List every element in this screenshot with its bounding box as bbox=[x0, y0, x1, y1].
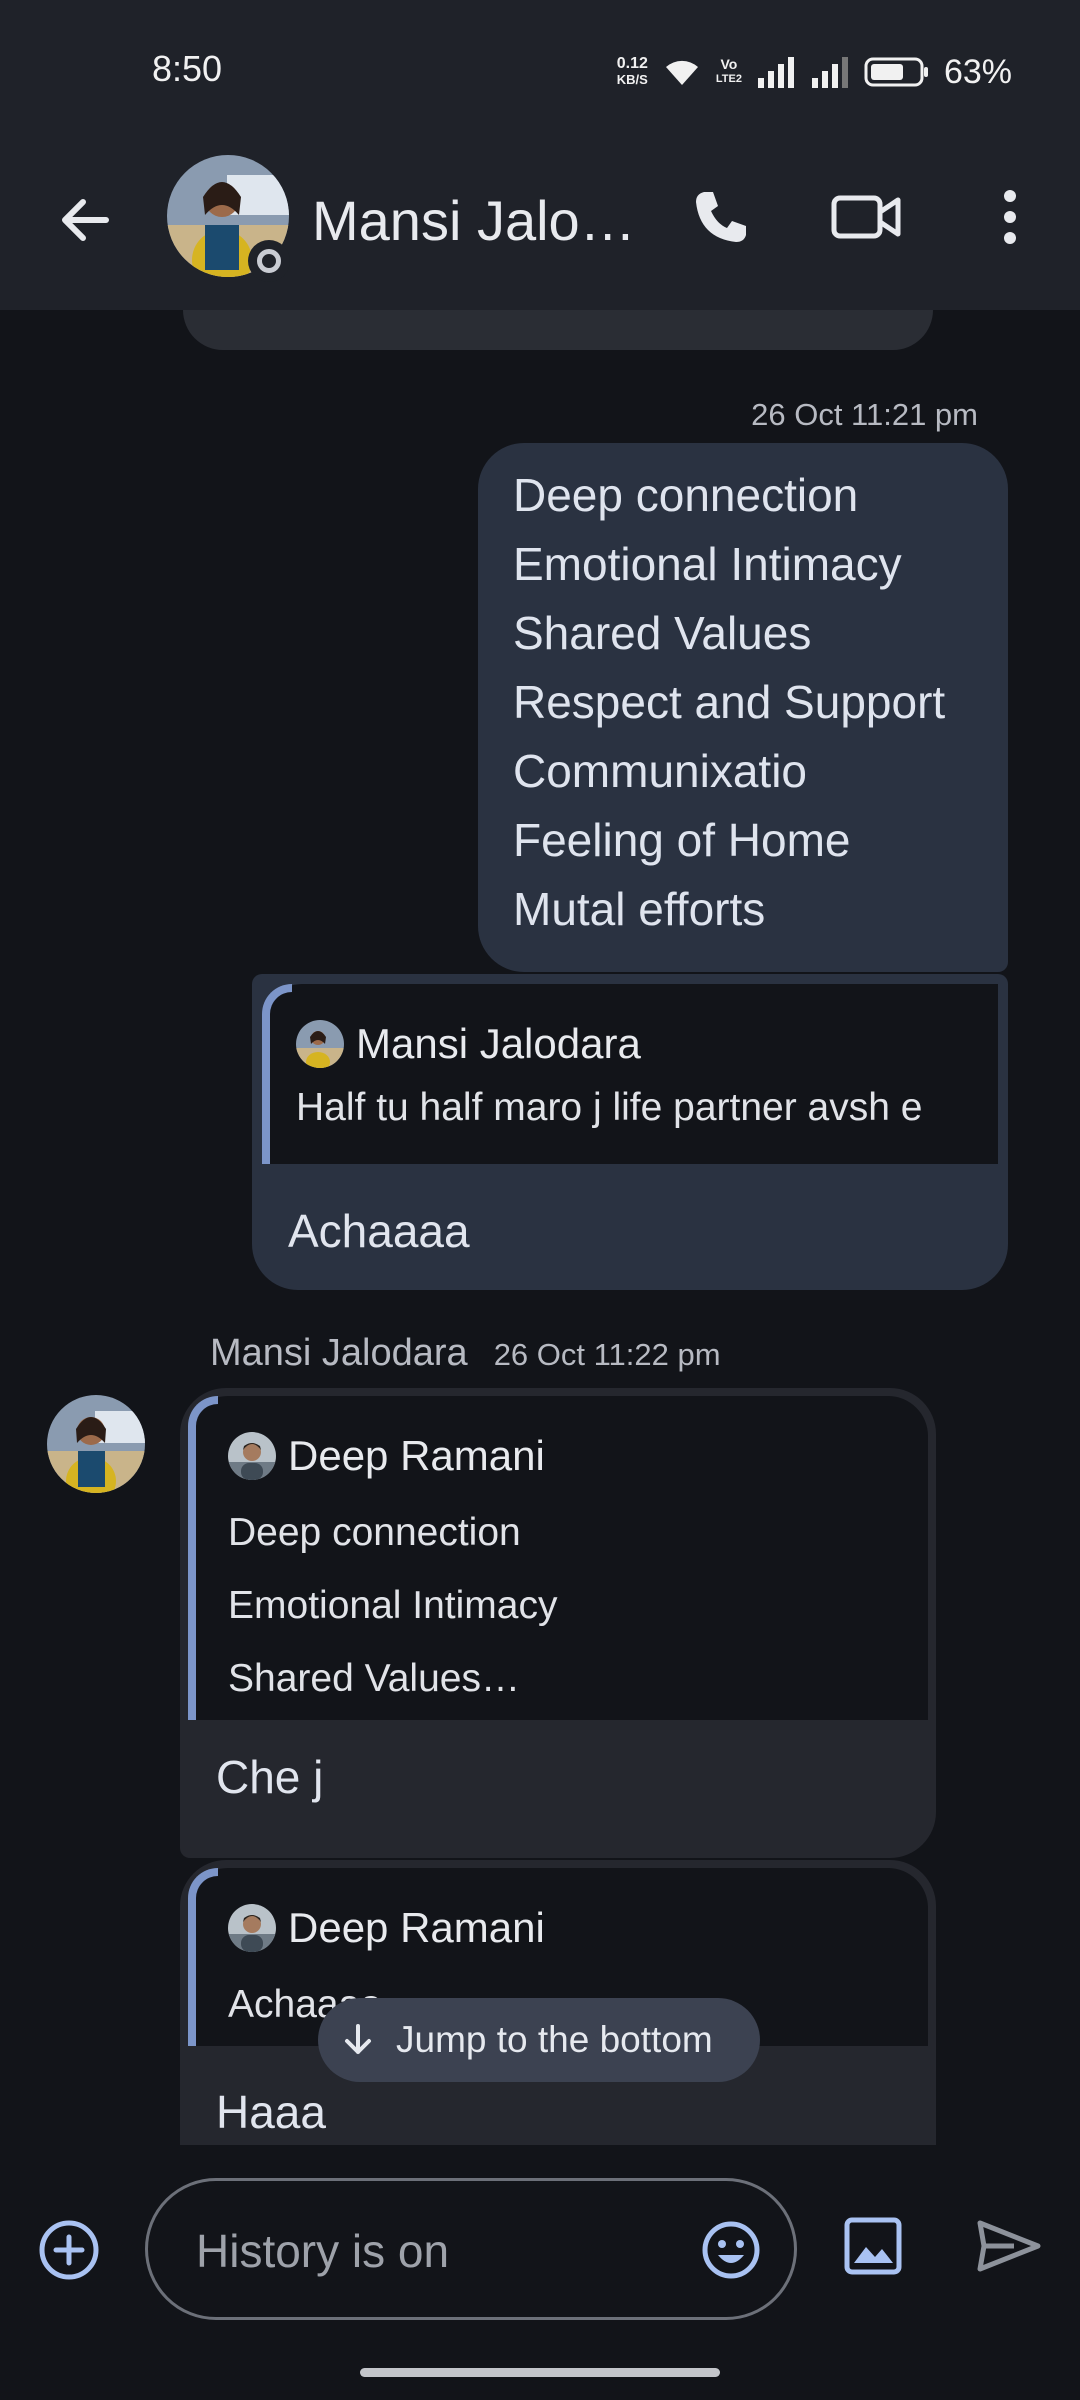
message-line: Communixatio bbox=[513, 745, 807, 797]
quoted-author: Deep Ramani bbox=[228, 1904, 545, 1952]
jump-to-bottom-label: Jump to the bottom bbox=[396, 2019, 713, 2060]
incoming-reply-bubble[interactable]: Deep Ramani Deep connection Emotional In… bbox=[180, 1388, 936, 1858]
battery-icon bbox=[864, 57, 928, 87]
quoted-author: Mansi Jalodara bbox=[296, 1020, 641, 1068]
message-line: Respect and Support bbox=[513, 676, 946, 728]
quoted-line: Emotional Intimacy bbox=[228, 1584, 558, 1627]
quote-accent-bar bbox=[262, 984, 292, 1164]
quoted-author-name: Deep Ramani bbox=[288, 1432, 545, 1479]
quoted-author-name: Deep Ramani bbox=[288, 1904, 545, 1951]
quoted-message[interactable]: Mansi Jalodara Half tu half maro j life … bbox=[262, 984, 998, 1164]
contact-name[interactable]: Mansi Jalo… bbox=[312, 188, 632, 253]
message-list[interactable]: 26 Oct 11:21 pm Deep connection Emotiona… bbox=[0, 310, 1080, 2145]
more-vert-icon[interactable] bbox=[985, 182, 1035, 252]
add-circle-icon[interactable] bbox=[36, 2217, 102, 2283]
message-input[interactable] bbox=[196, 2221, 676, 2281]
avatar bbox=[228, 1904, 276, 1952]
message-text: Che j bbox=[216, 1751, 324, 1803]
home-indicator[interactable] bbox=[360, 2368, 720, 2377]
message-line: Feeling of Home bbox=[513, 814, 851, 866]
message-input-container[interactable] bbox=[145, 2178, 797, 2320]
previous-message-bubble[interactable] bbox=[183, 310, 933, 350]
quoted-text: Deep connection Emotional Intimacy Share… bbox=[228, 1496, 557, 1715]
sender-avatar[interactable] bbox=[47, 1395, 145, 1493]
message-line: Deep connection bbox=[513, 469, 859, 521]
avatar bbox=[296, 1020, 344, 1068]
battery-percent: 63% bbox=[943, 52, 1012, 91]
arrow-down-icon bbox=[345, 2024, 371, 2054]
message-timestamp: 26 Oct 11:21 pm bbox=[751, 397, 978, 432]
video-camera-icon[interactable] bbox=[828, 182, 904, 252]
message-text: Haaa bbox=[216, 2086, 326, 2138]
conversation-header: Mansi Jalo… bbox=[0, 130, 1080, 310]
message-timestamp: 26 Oct 11:22 pm bbox=[493, 1337, 721, 1372]
wifi-icon bbox=[665, 60, 698, 85]
quoted-line: Deep connection bbox=[228, 1511, 521, 1554]
quoted-author-name: Mansi Jalodara bbox=[356, 1020, 641, 1067]
avatar bbox=[228, 1432, 276, 1480]
network-speed: 0.12 KB/S bbox=[616, 55, 648, 88]
status-icons: 0.12 KB/S Vo LTE2 63% bbox=[617, 50, 1012, 94]
jump-to-bottom-button[interactable]: Jump to the bottom bbox=[318, 1998, 760, 2082]
outgoing-message-bubble[interactable]: Deep connection Emotional Intimacy Share… bbox=[478, 443, 1008, 972]
back-arrow-icon[interactable] bbox=[50, 185, 120, 255]
message-composer bbox=[0, 2145, 1080, 2400]
message-line: Mutal efforts bbox=[513, 883, 766, 935]
quoted-author: Deep Ramani bbox=[228, 1432, 545, 1480]
message-line: Emotional Intimacy bbox=[513, 538, 902, 590]
phone-icon[interactable] bbox=[686, 182, 756, 252]
outgoing-reply-bubble[interactable]: Mansi Jalodara Half tu half maro j life … bbox=[252, 974, 1008, 1290]
presence-indicator bbox=[248, 240, 290, 282]
quote-accent-bar bbox=[188, 1396, 218, 1720]
emoji-icon[interactable] bbox=[700, 2219, 762, 2281]
signal-icon bbox=[811, 57, 848, 88]
signal-icon bbox=[757, 57, 794, 88]
sender-info: Mansi Jalodara 26 Oct 11:22 pm bbox=[210, 1332, 721, 1375]
quoted-message[interactable]: Deep Ramani Deep connection Emotional In… bbox=[188, 1396, 928, 1720]
status-bar: 8:50 0.12 KB/S Vo LTE2 63% bbox=[0, 0, 1080, 130]
quote-accent-bar bbox=[188, 1868, 218, 2046]
message-line: Shared Values bbox=[513, 607, 812, 659]
message-text: Achaaaa bbox=[288, 1205, 470, 1257]
volte-icon: Vo LTE2 bbox=[715, 56, 742, 86]
image-icon[interactable] bbox=[842, 2215, 904, 2277]
sender-name: Mansi Jalodara bbox=[210, 1332, 468, 1374]
send-icon[interactable] bbox=[974, 2215, 1044, 2277]
quoted-text: Half tu half maro j life partner avsh e bbox=[296, 1086, 923, 1129]
status-time: 8:50 bbox=[152, 48, 223, 89]
quoted-line: Shared Values… bbox=[228, 1657, 520, 1700]
